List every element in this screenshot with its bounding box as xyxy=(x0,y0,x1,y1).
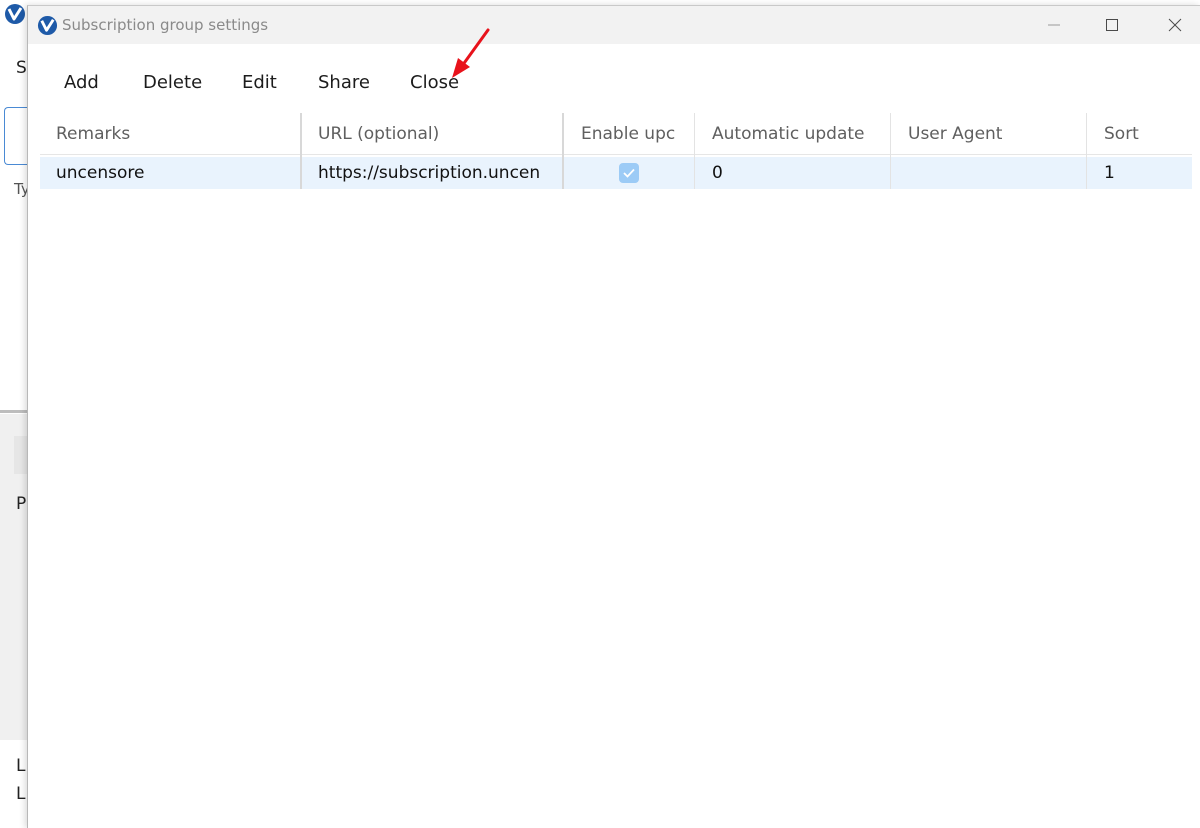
share-button[interactable]: Share xyxy=(318,72,370,93)
background-text-fragment: S xyxy=(16,58,27,78)
column-header-sort[interactable]: Sort xyxy=(1088,113,1192,154)
column-divider[interactable] xyxy=(562,113,564,189)
v2rayn-logo-icon xyxy=(37,15,58,36)
edit-button[interactable]: Edit xyxy=(242,72,277,93)
column-divider[interactable] xyxy=(890,113,891,189)
cell-user-agent[interactable] xyxy=(892,157,1086,189)
background-window: S Ty P L L xyxy=(0,0,30,828)
window-title: Subscription group settings xyxy=(62,16,269,34)
minimize-button[interactable] xyxy=(1025,6,1083,44)
column-header-remarks[interactable]: Remarks xyxy=(40,113,300,154)
subscription-grid: Remarks URL (optional) Enable upc Automa… xyxy=(40,113,1192,189)
red-arrow-annotation-icon xyxy=(452,28,490,78)
grid-header: Remarks URL (optional) Enable upc Automa… xyxy=(40,113,1192,155)
close-window-button[interactable] xyxy=(1146,6,1200,44)
background-text-fragment: P xyxy=(16,494,27,514)
cell-automatic-update[interactable]: 0 xyxy=(696,157,890,189)
column-header-automatic-update[interactable]: Automatic update xyxy=(696,113,890,154)
subscription-group-settings-dialog: Subscription group settings Add Delete E… xyxy=(27,5,1200,828)
column-header-user-agent[interactable]: User Agent xyxy=(892,113,1086,154)
cell-url[interactable]: https://subscription.uncen xyxy=(302,157,562,189)
column-divider[interactable] xyxy=(300,113,302,189)
toolbar: Add Delete Edit Share Close xyxy=(28,44,1200,114)
maximize-icon xyxy=(1106,19,1118,31)
delete-button[interactable]: Delete xyxy=(143,72,202,93)
add-button[interactable]: Add xyxy=(64,72,99,93)
background-text-fragment: L xyxy=(16,756,26,776)
minimize-icon xyxy=(1048,24,1060,26)
table-row[interactable]: uncensore https://subscription.uncen 0 1 xyxy=(40,157,1192,189)
title-bar[interactable]: Subscription group settings xyxy=(28,6,1200,44)
enable-update-checkbox[interactable] xyxy=(619,163,639,183)
column-divider[interactable] xyxy=(1086,113,1087,189)
maximize-button[interactable] xyxy=(1083,6,1141,44)
background-splitter[interactable] xyxy=(0,410,30,413)
column-header-enable-update[interactable]: Enable upc xyxy=(565,113,691,154)
cell-enable-update[interactable] xyxy=(565,157,691,189)
column-header-url[interactable]: URL (optional) xyxy=(302,113,562,154)
column-divider[interactable] xyxy=(694,113,695,189)
background-text-fragment: L xyxy=(16,784,26,804)
close-icon xyxy=(1168,18,1182,32)
v2rayn-logo-icon xyxy=(5,4,25,24)
cell-remarks[interactable]: uncensore xyxy=(40,157,300,189)
cell-sort[interactable]: 1 xyxy=(1088,157,1192,189)
checkmark-icon xyxy=(623,168,635,178)
